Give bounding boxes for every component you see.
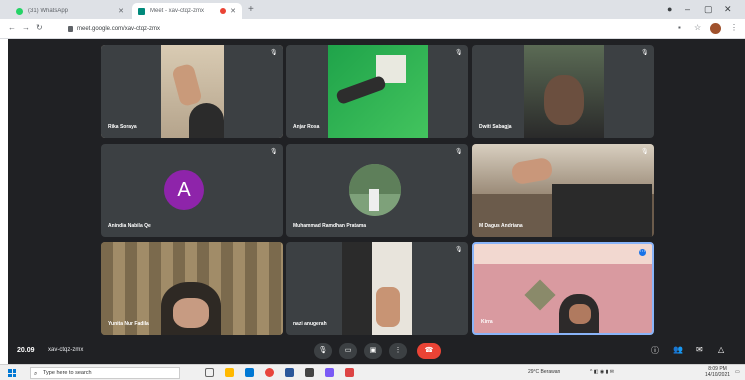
present-screen-button[interactable]: ▣	[364, 343, 382, 359]
store-icon[interactable]	[305, 368, 314, 377]
camera-permission-icon[interactable]: ▪	[678, 23, 681, 32]
mic-muted-icon: 🎙	[455, 149, 463, 155]
chat-icon[interactable]: ✉	[696, 345, 703, 354]
chrome-icon[interactable]	[265, 368, 274, 377]
system-tray-icons[interactable]: ^ ◧ ◉ ▮ ✉	[590, 369, 614, 375]
clock-date: 14/10/2021	[705, 372, 731, 378]
weather-text[interactable]: 29°C Berawan	[528, 369, 560, 375]
participant-name: Dwiti Sabagja	[479, 124, 512, 130]
mic-muted-icon: 🎙	[455, 50, 463, 56]
participant-tile[interactable]: Yunita Nur Fadila	[101, 242, 283, 335]
tab-label: (31) WhatsApp	[28, 8, 69, 14]
minimize-icon[interactable]: –	[685, 4, 690, 14]
participant-name: Anindia Nabila Qe	[108, 223, 151, 229]
forward-icon[interactable]: →	[22, 23, 30, 32]
camera-button[interactable]: ▭	[339, 343, 357, 359]
bookmark-star-icon[interactable]: ☆	[694, 23, 701, 32]
url-field[interactable]: meet.google.com/xav-ctqz-zmx	[68, 22, 160, 35]
search-icon: ⌕	[34, 371, 38, 377]
people-icon[interactable]: 👥	[673, 345, 683, 354]
participant-avatar	[349, 164, 401, 216]
participant-tile[interactable]: 🎙 nazi anugerah	[286, 242, 468, 335]
mic-muted-icon: 🎙	[641, 50, 649, 56]
taskbar-clock[interactable]: 8:09 PM 14/10/2021	[705, 366, 730, 378]
activities-icon[interactable]: △	[718, 345, 724, 354]
meeting-time: 20.09	[17, 347, 35, 354]
mic-muted-icon: 🎙	[455, 247, 463, 253]
speaking-indicator-icon: ⋯	[639, 249, 646, 256]
taskbar-search-input[interactable]: ⌕ Type here to search	[30, 367, 180, 379]
participant-name: M Dagus Andriana	[479, 223, 523, 229]
participant-name: Rika Soraya	[108, 124, 137, 130]
meet-favicon-icon	[138, 7, 145, 15]
mic-muted-icon: 🎙	[270, 149, 278, 155]
participant-tile[interactable]: A 🎙 Anindia Nabila Qe	[101, 144, 283, 237]
participant-name: Yunita Nur Fadila	[108, 321, 149, 327]
lock-icon	[68, 25, 73, 32]
meet-control-bar: 20.09 xav-ctqz-zmx 🎙 ▭ ▣ ⋮ ☎ ⓘ 👥 ✉ △	[8, 338, 745, 364]
meeting-grid: 🎙 Rika Soraya 🎙 Anjar Rosa 🎙 Dwiti Sabag…	[8, 39, 745, 364]
mic-muted-icon: 🎙	[270, 50, 278, 56]
close-tab-icon[interactable]: ✕	[118, 7, 124, 15]
windows-taskbar: ⌕ Type here to search 29°C Berawan ^ ◧ ◉…	[0, 364, 745, 380]
participant-name: nazi anugerah	[293, 321, 327, 327]
close-tab-icon[interactable]: ✕	[230, 7, 236, 15]
app-icon[interactable]	[345, 368, 354, 377]
participant-tile[interactable]: 🎙 Dwiti Sabagja	[472, 45, 654, 138]
edge-icon[interactable]	[245, 368, 254, 377]
close-window-icon[interactable]: ✕	[724, 4, 732, 15]
tab-label: Meet - xav-ctqz-zmx	[150, 8, 205, 14]
file-explorer-icon[interactable]	[225, 368, 234, 377]
address-bar: ← → ↻ meet.google.com/xav-ctqz-zmx ▪ ☆ ⋮	[0, 19, 745, 39]
new-tab-icon[interactable]: +	[248, 4, 254, 15]
recording-dot-icon	[220, 8, 227, 14]
info-icon[interactable]: ⓘ	[651, 345, 659, 356]
back-icon[interactable]: ←	[8, 23, 16, 32]
more-options-button[interactable]: ⋮	[389, 343, 407, 359]
meeting-code: xav-ctqz-zmx	[48, 347, 84, 353]
search-placeholder: Type here to search	[43, 370, 92, 376]
maximize-icon[interactable]: ▢	[704, 4, 713, 15]
end-call-button[interactable]: ☎	[417, 343, 441, 359]
tab-whatsapp[interactable]: (31) WhatsApp ✕	[10, 3, 130, 19]
task-view-icon[interactable]	[205, 368, 214, 377]
participant-name: Anjar Rosa	[293, 124, 320, 130]
participant-tile[interactable]: 🎙 M Dagus Andriana	[472, 144, 654, 237]
notification-icon[interactable]: ▭	[735, 369, 740, 375]
tab-meet[interactable]: Meet - xav-ctqz-zmx ✕	[132, 3, 242, 19]
participant-tile[interactable]: 🎙 Rika Soraya	[101, 45, 283, 138]
participant-avatar: A	[164, 170, 204, 210]
mic-muted-icon: 🎙	[641, 149, 649, 155]
browser-tab-bar: (31) WhatsApp ✕ Meet - xav-ctqz-zmx ✕ + …	[0, 0, 745, 19]
participant-name: Kirra	[481, 319, 493, 325]
windows-start-icon[interactable]	[8, 369, 16, 377]
word-icon[interactable]	[285, 368, 294, 377]
account-dot-icon[interactable]: ●	[667, 4, 672, 14]
url-text: meet.google.com/xav-ctqz-zmx	[77, 25, 161, 32]
menu-kebab-icon[interactable]: ⋮	[730, 23, 738, 32]
whatsapp-favicon-icon	[16, 7, 23, 15]
app-icon[interactable]	[325, 368, 334, 377]
participant-tile[interactable]: 🎙 Anjar Rosa	[286, 45, 468, 138]
participant-tile-active-speaker[interactable]: ⋯ Kirra	[472, 242, 654, 335]
profile-avatar[interactable]	[710, 23, 721, 34]
reload-icon[interactable]: ↻	[36, 23, 43, 32]
microphone-button[interactable]: 🎙	[314, 343, 332, 359]
participant-name: Muhammad Ramdhan Pratama	[293, 223, 367, 229]
participant-tile[interactable]: 🎙 Muhammad Ramdhan Pratama	[286, 144, 468, 237]
